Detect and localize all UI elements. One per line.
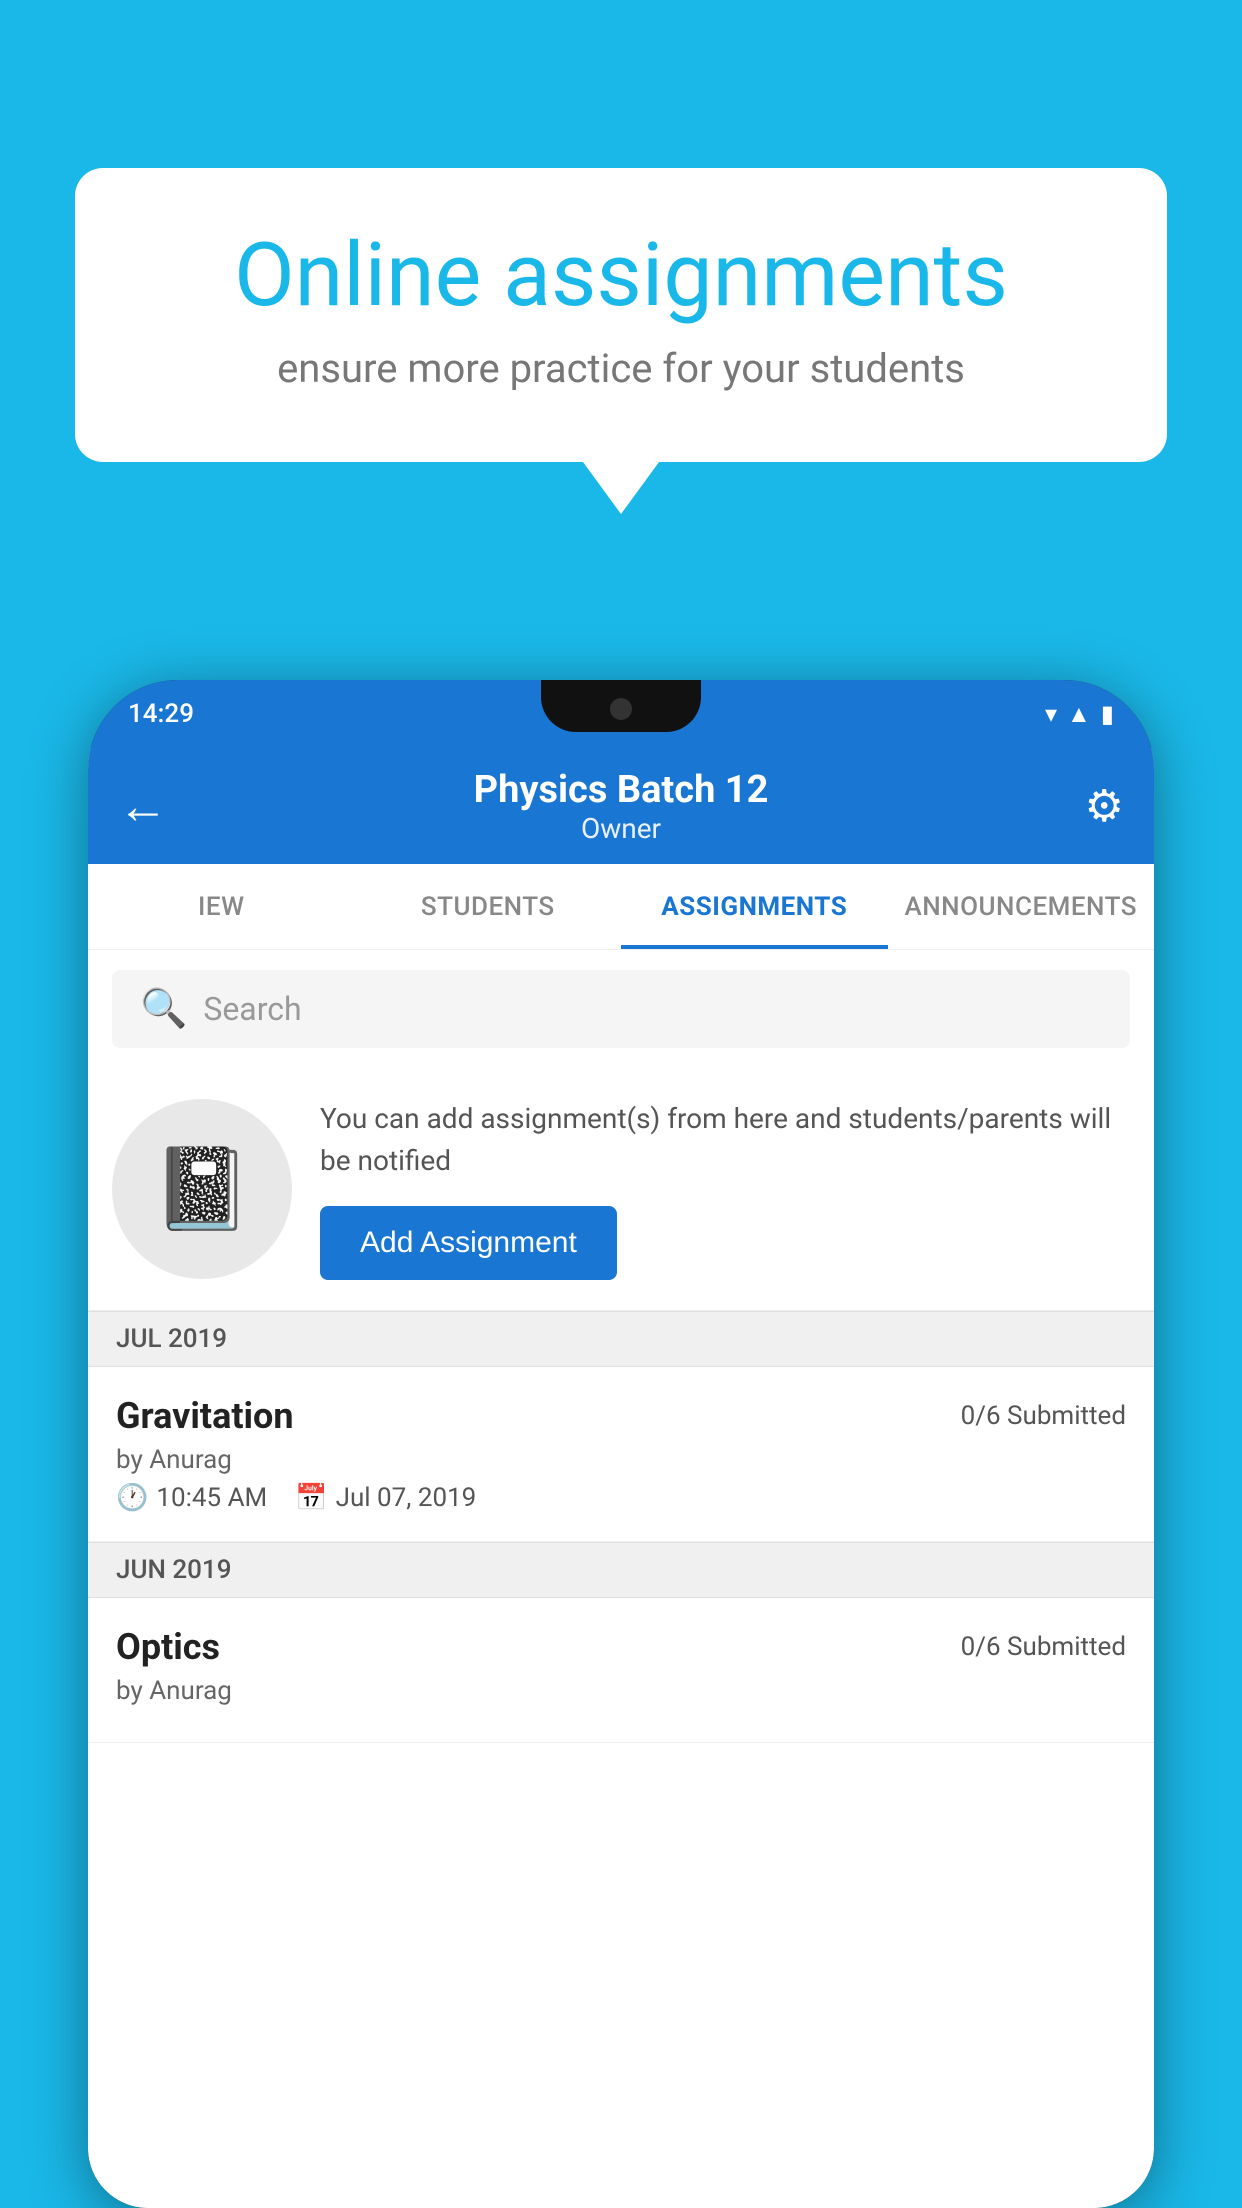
status-time: 14:29 xyxy=(128,699,194,729)
calendar-icon: 📅 xyxy=(295,1483,327,1513)
search-input[interactable]: Search xyxy=(203,990,301,1028)
status-icons: ▾ ▲ ▮ xyxy=(1045,700,1114,729)
speech-bubble-card: Online assignments ensure more practice … xyxy=(75,168,1167,462)
app-content: 🔍 Search 📓 You can add assignment(s) fro… xyxy=(88,950,1154,2208)
assignment-submitted: 0/6 Submitted xyxy=(961,1401,1126,1431)
speech-bubble-title: Online assignments xyxy=(145,228,1097,325)
tab-assignments[interactable]: ASSIGNMENTS xyxy=(621,864,888,949)
app-bar: ← Physics Batch 12 Owner ⚙ xyxy=(88,748,1154,864)
assignment-header: Gravitation 0/6 Submitted xyxy=(116,1395,1126,1437)
assignment-header-optics: Optics 0/6 Submitted xyxy=(116,1626,1126,1668)
add-assignment-button[interactable]: Add Assignment xyxy=(320,1206,617,1280)
phone-notch xyxy=(541,680,701,732)
back-button[interactable]: ← xyxy=(118,777,178,836)
search-icon: 🔍 xyxy=(140,987,187,1031)
assignment-time-value: 10:45 AM xyxy=(156,1483,267,1513)
app-bar-title: Physics Batch 12 xyxy=(178,768,1064,812)
clock-icon: 🕐 xyxy=(116,1483,148,1513)
promo-text-area: You can add assignment(s) from here and … xyxy=(320,1098,1130,1280)
app-bar-title-group: Physics Batch 12 Owner xyxy=(178,768,1064,845)
battery-icon: ▮ xyxy=(1101,700,1114,728)
month-separator-jun: JUN 2019 xyxy=(88,1542,1154,1598)
assignment-item-optics[interactable]: Optics 0/6 Submitted by Anurag xyxy=(88,1598,1154,1743)
tab-students[interactable]: STUDENTS xyxy=(355,864,622,949)
phone-frame: 14:29 ▾ ▲ ▮ ← Physics Batch 12 Owner ⚙ I… xyxy=(88,680,1154,2208)
assignment-time: 🕐 10:45 AM xyxy=(116,1483,267,1513)
tabs-bar: IEW STUDENTS ASSIGNMENTS ANNOUNCEMENTS xyxy=(88,864,1154,950)
promo-section: 📓 You can add assignment(s) from here an… xyxy=(88,1068,1154,1311)
assignment-meta: 🕐 10:45 AM 📅 Jul 07, 2019 xyxy=(116,1483,1126,1513)
month-separator-jul: JUL 2019 xyxy=(88,1311,1154,1367)
status-bar: 14:29 ▾ ▲ ▮ xyxy=(88,680,1154,748)
settings-icon[interactable]: ⚙ xyxy=(1064,780,1124,832)
promo-icon-circle: 📓 xyxy=(112,1099,292,1279)
assignment-by-optics: by Anurag xyxy=(116,1676,1126,1706)
tab-announcements[interactable]: ANNOUNCEMENTS xyxy=(888,864,1155,949)
assignment-date: 📅 Jul 07, 2019 xyxy=(295,1483,476,1513)
camera xyxy=(610,698,632,720)
assignment-by: by Anurag xyxy=(116,1445,1126,1475)
promo-description: You can add assignment(s) from here and … xyxy=(320,1098,1130,1182)
assignment-date-value: Jul 07, 2019 xyxy=(336,1483,477,1513)
signal-icon: ▲ xyxy=(1067,700,1091,729)
assignment-item-gravitation[interactable]: Gravitation 0/6 Submitted by Anurag 🕐 10… xyxy=(88,1367,1154,1542)
phone-screen: ← Physics Batch 12 Owner ⚙ IEW STUDENTS … xyxy=(88,748,1154,2208)
speech-bubble-subtitle: ensure more practice for your students xyxy=(145,345,1097,392)
notebook-icon: 📓 xyxy=(152,1142,252,1236)
search-bar[interactable]: 🔍 Search xyxy=(112,970,1130,1048)
assignment-submitted-optics: 0/6 Submitted xyxy=(961,1632,1126,1662)
wifi-icon: ▾ xyxy=(1045,700,1057,728)
app-bar-subtitle: Owner xyxy=(178,812,1064,845)
search-bar-container: 🔍 Search xyxy=(88,950,1154,1068)
assignment-title-optics: Optics xyxy=(116,1626,220,1668)
tab-iew[interactable]: IEW xyxy=(88,864,355,949)
assignment-title: Gravitation xyxy=(116,1395,294,1437)
